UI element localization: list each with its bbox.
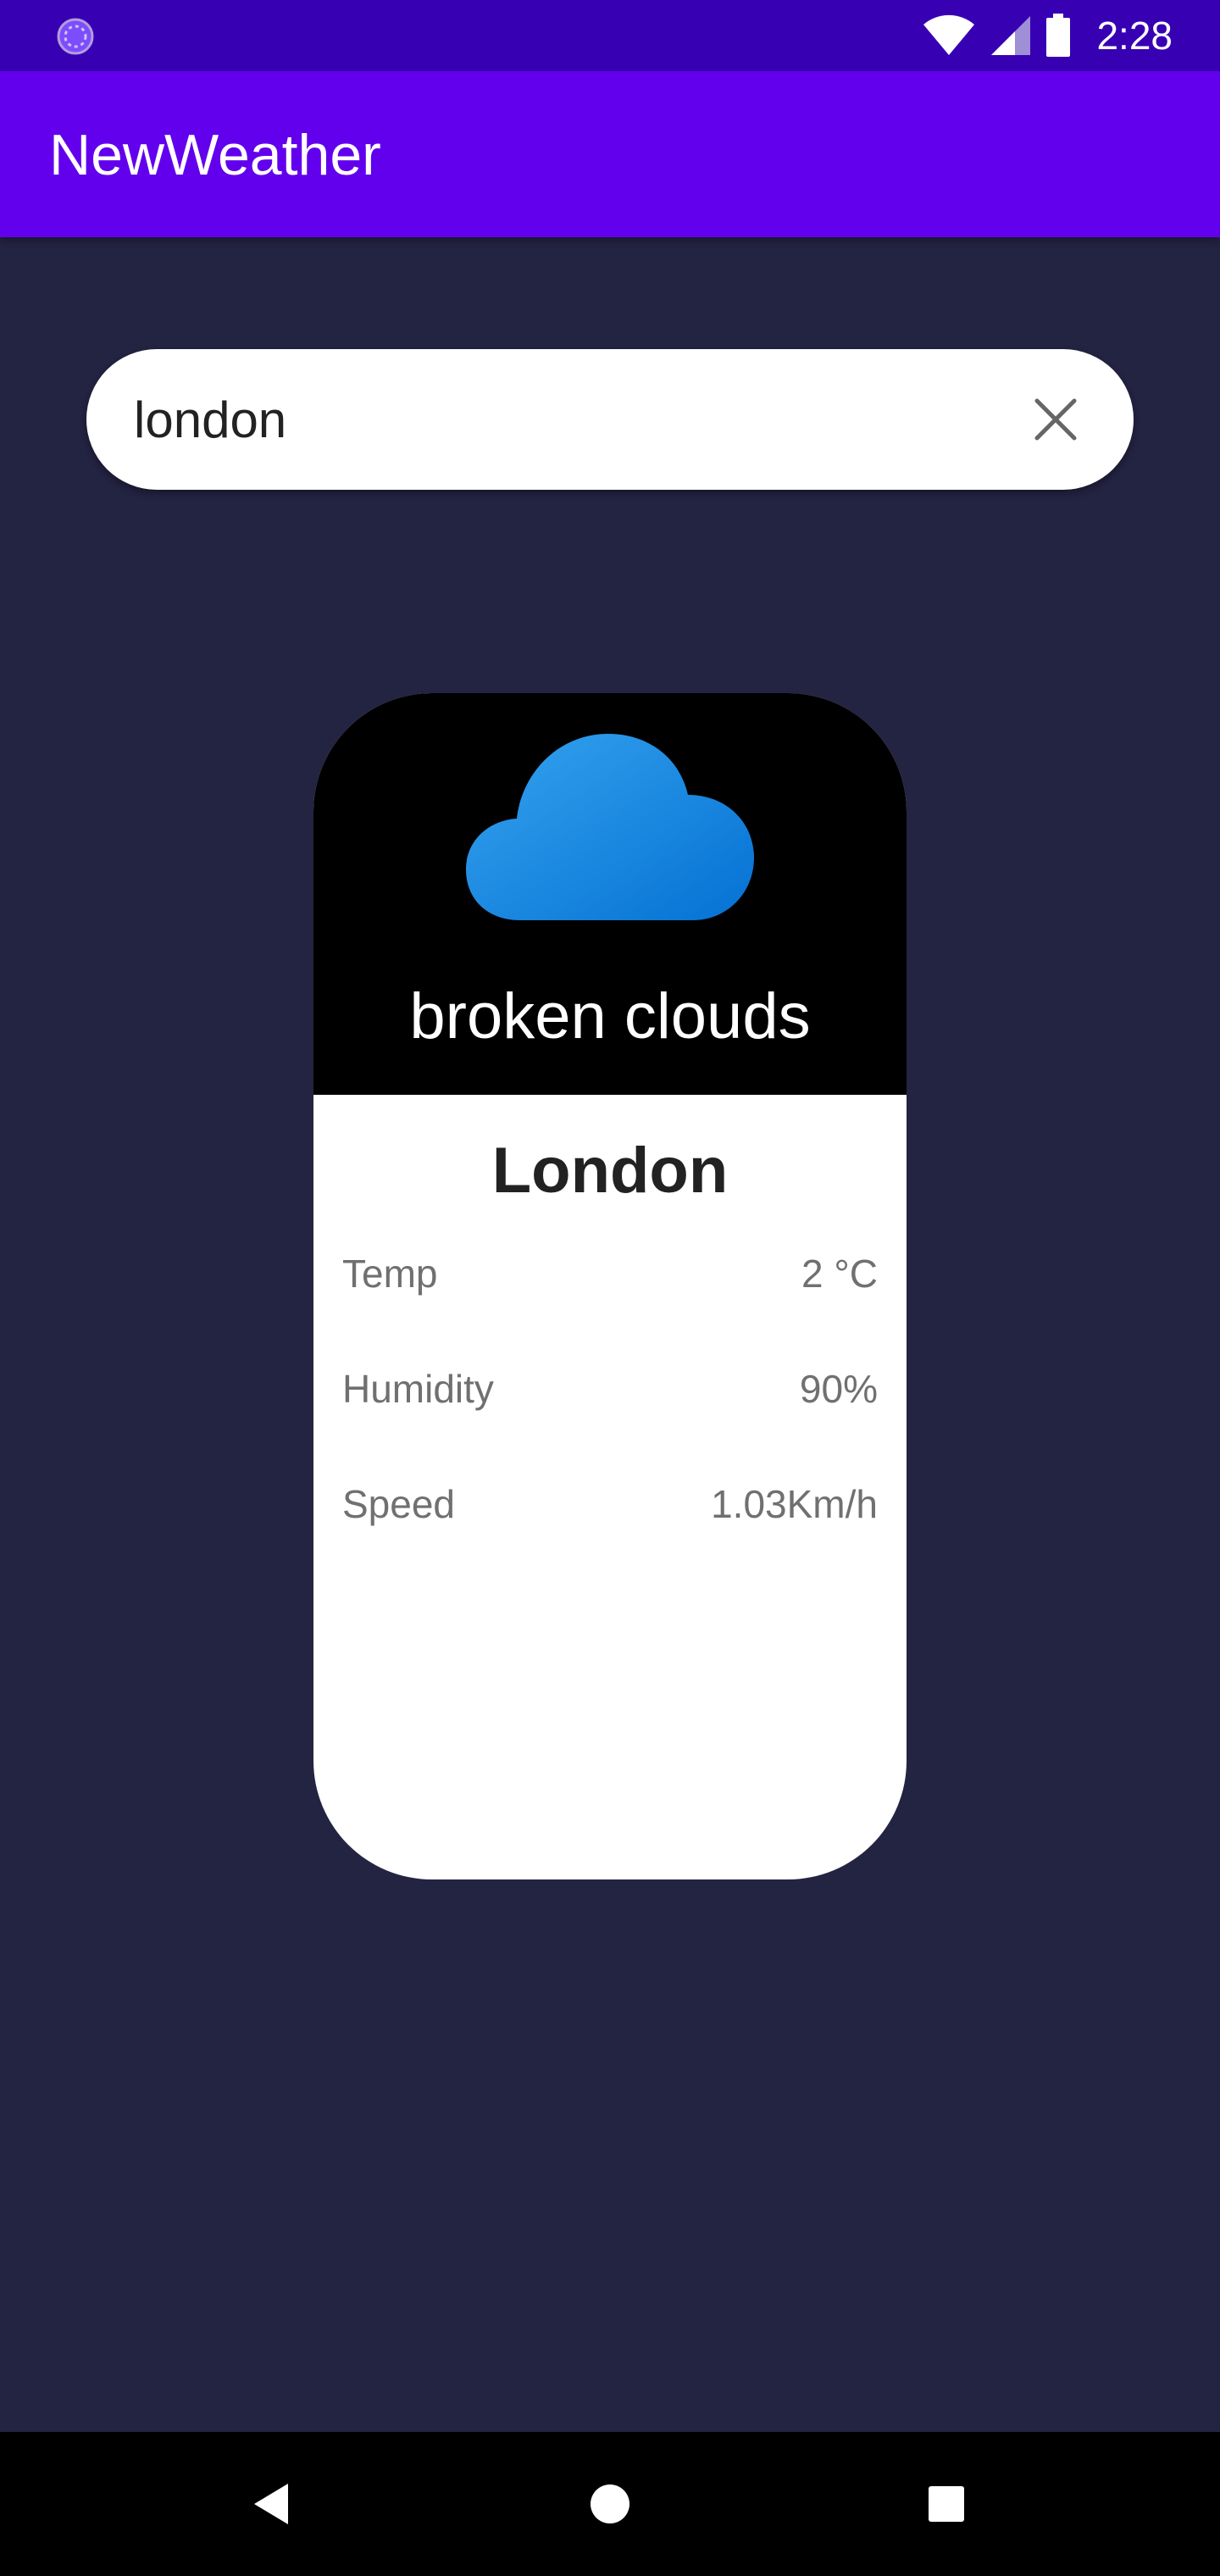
- nav-recents-button[interactable]: [908, 2466, 984, 2542]
- stat-row-humidity: Humidity 90%: [342, 1359, 878, 1418]
- wifi-icon: [923, 14, 975, 55]
- close-icon: [1034, 398, 1077, 441]
- nav-home-button[interactable]: [572, 2466, 648, 2542]
- search-box[interactable]: [86, 349, 1134, 490]
- clear-search-button[interactable]: [1020, 384, 1091, 455]
- navigation-bar: [0, 2432, 1220, 2576]
- stat-label: Speed: [342, 1482, 456, 1526]
- recents-icon: [929, 2486, 964, 2522]
- cloud-icon: [466, 734, 754, 920]
- search-input[interactable]: [134, 349, 981, 490]
- weather-card: broken clouds London Temp 2 °C Humidity …: [313, 693, 907, 1879]
- city-name: London: [491, 1135, 729, 1207]
- status-icons: 2:28: [922, 0, 1173, 71]
- stat-label: Temp: [342, 1252, 438, 1296]
- stat-row-temp: Temp 2 °C: [342, 1244, 878, 1303]
- app-title: NewWeather: [49, 123, 381, 187]
- weather-screen: 2:28 NewWeather broken: [0, 0, 1220, 2576]
- stat-value: 1.03Km/h: [711, 1482, 878, 1526]
- stat-value: 90%: [799, 1367, 878, 1411]
- signal-icon: [991, 16, 1031, 55]
- weather-description: broken clouds: [409, 980, 811, 1052]
- stat-label: Humidity: [342, 1367, 494, 1411]
- status-time: 2:28: [1096, 14, 1173, 58]
- app-bar: NewWeather: [0, 71, 1220, 237]
- status-bar: 2:28: [0, 0, 1220, 71]
- weather-card-header: broken clouds: [313, 693, 907, 1095]
- back-icon: [254, 2484, 288, 2524]
- nav-back-button[interactable]: [233, 2466, 309, 2542]
- sync-spinner-icon: [57, 18, 94, 55]
- battery-icon: [1046, 14, 1071, 57]
- stat-value: 2 °C: [801, 1252, 878, 1296]
- home-icon: [591, 2484, 629, 2523]
- stat-row-speed: Speed 1.03Km/h: [342, 1474, 878, 1534]
